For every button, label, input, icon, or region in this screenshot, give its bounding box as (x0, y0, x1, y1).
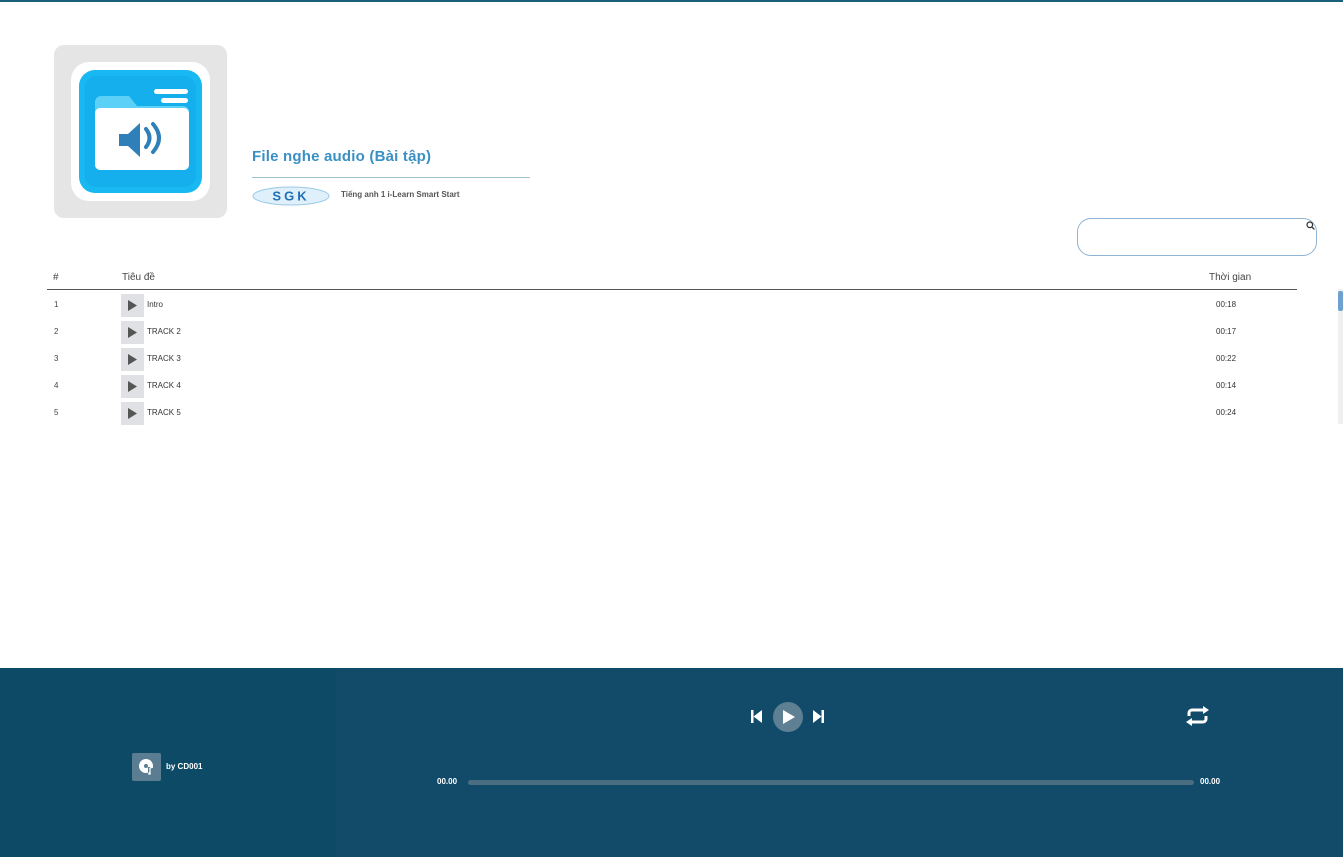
track-number: 4 (54, 381, 59, 390)
track-duration: 00:22 (1216, 354, 1237, 363)
play-icon (128, 381, 137, 392)
track-duration: 00:17 (1216, 327, 1237, 336)
disc-music-icon (132, 753, 161, 781)
table-row[interactable]: 2 TRACK 2 00:17 (47, 318, 1297, 345)
uploader-label: by CD001 (166, 762, 203, 771)
sgk-logo-text: SGK (272, 189, 309, 204)
track-play-button[interactable] (121, 321, 144, 344)
repeat-icon[interactable] (1185, 706, 1210, 726)
player-controls-panel (336, 668, 1343, 857)
track-number: 1 (54, 300, 59, 309)
top-accent-bar (0, 0, 1343, 2)
search-box[interactable] (1077, 218, 1317, 256)
track-play-button[interactable] (121, 375, 144, 398)
progress-bar[interactable] (468, 780, 1194, 785)
audio-folder-icon (79, 70, 202, 193)
previous-track-button[interactable] (751, 710, 762, 723)
track-play-button[interactable] (121, 402, 144, 425)
next-track-button[interactable] (813, 710, 824, 723)
play-icon (128, 354, 137, 365)
track-title[interactable]: Intro (147, 300, 163, 309)
track-title[interactable]: TRACK 5 (147, 408, 181, 417)
current-time: 00.00 (437, 777, 458, 786)
track-play-button[interactable] (121, 348, 144, 371)
play-icon (128, 327, 137, 338)
track-number: 5 (54, 408, 59, 417)
column-header-time: Thời gian (1209, 272, 1252, 283)
play-icon (128, 408, 137, 419)
table-row[interactable]: 3 TRACK 3 00:22 (47, 345, 1297, 372)
table-header-divider (47, 289, 1297, 290)
play-icon (783, 710, 795, 724)
list-scrollbar-thumb[interactable] (1338, 291, 1343, 311)
play-icon (128, 300, 137, 311)
track-title[interactable]: TRACK 3 (147, 354, 181, 363)
track-duration: 00:24 (1216, 408, 1237, 417)
track-play-button[interactable] (121, 294, 144, 317)
track-duration: 00:14 (1216, 381, 1237, 390)
table-row[interactable]: 1 Intro 00:18 (47, 291, 1297, 318)
main-play-button[interactable] (773, 702, 803, 732)
track-duration: 00:18 (1216, 300, 1237, 309)
album-cover (54, 45, 227, 218)
album-title: File nghe audio (Bài tập) (252, 148, 432, 165)
title-divider (252, 177, 530, 178)
track-number: 3 (54, 354, 59, 363)
column-header-number: # (53, 272, 59, 283)
search-input[interactable] (1088, 227, 1297, 249)
table-row[interactable]: 4 TRACK 4 00:14 (47, 372, 1297, 399)
book-name: Tiếng anh 1 i-Learn Smart Start (341, 190, 460, 199)
track-title[interactable]: TRACK 4 (147, 381, 181, 390)
column-header-title: Tiêu đề (122, 272, 155, 283)
search-icon[interactable] (1306, 221, 1315, 230)
track-title[interactable]: TRACK 2 (147, 327, 181, 336)
sgk-logo: SGK (252, 186, 330, 206)
table-row[interactable]: 5 TRACK 5 00:24 (47, 399, 1297, 426)
track-number: 2 (54, 327, 59, 336)
total-time: 00.00 (1200, 777, 1221, 786)
